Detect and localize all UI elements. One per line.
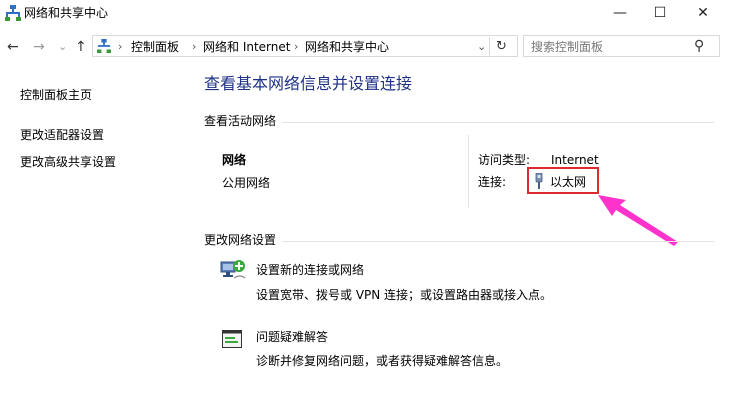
control-panel-icon xyxy=(97,39,111,53)
troubleshoot-link[interactable]: 问题疑难解答 xyxy=(256,329,328,345)
access-type-value: Internet xyxy=(551,153,599,167)
sidebar-item-advanced-sharing[interactable]: 更改高级共享设置 xyxy=(20,154,116,170)
up-button[interactable]: ↑ xyxy=(75,37,87,57)
recent-locations-button[interactable]: ⌄ xyxy=(58,37,67,57)
new-connection-icon xyxy=(220,260,246,279)
connection-label: 连接: xyxy=(478,175,507,189)
breadcrumb-control-panel[interactable]: 控制面板 xyxy=(131,39,179,55)
annotation-arrow-icon xyxy=(598,195,678,246)
search-input[interactable]: 搜索控制面板 xyxy=(531,39,603,55)
troubleshoot-description: 诊断并修复网络问题，或者获得疑难解答信息。 xyxy=(256,354,509,368)
back-button[interactable]: ← xyxy=(7,37,19,57)
breadcrumb-separator: › xyxy=(192,40,197,53)
refresh-button[interactable]: ↻ xyxy=(496,39,507,55)
section-title-active-networks: 查看活动网络 xyxy=(204,113,283,129)
troubleshoot-icon xyxy=(222,330,242,348)
address-divider xyxy=(489,37,490,55)
breadcrumb-network-sharing-center[interactable]: 网络和共享中心 xyxy=(305,39,389,55)
network-profile[interactable]: 公用网络 xyxy=(222,175,270,191)
window-title: 网络和共享中心 xyxy=(24,6,109,20)
search-icon[interactable]: ⚲ xyxy=(694,37,704,55)
maximize-button[interactable]: ☐ xyxy=(640,0,680,26)
network-center-icon xyxy=(5,5,21,21)
highlight-box xyxy=(527,167,599,194)
breadcrumb-network-internet[interactable]: 网络和 Internet xyxy=(203,39,290,55)
breadcrumb-separator: › xyxy=(294,40,299,53)
page-title: 查看基本网络信息并设置连接 xyxy=(204,74,413,93)
address-history-dropdown[interactable]: ⌄ xyxy=(477,39,486,55)
network-name: 网络 xyxy=(222,153,247,167)
access-type-label: 访问类型: xyxy=(478,153,531,167)
breadcrumb-separator: › xyxy=(118,40,123,53)
setup-new-connection-link[interactable]: 设置新的连接或网络 xyxy=(256,262,364,278)
sidebar-item-adapter-settings[interactable]: 更改适配器设置 xyxy=(20,127,104,143)
close-button[interactable]: ✕ xyxy=(683,0,723,26)
sidebar-item-control-panel-home[interactable]: 控制面板主页 xyxy=(20,87,92,103)
minimize-button[interactable]: — xyxy=(600,0,640,26)
network-divider xyxy=(468,135,469,208)
section-title-change-settings: 更改网络设置 xyxy=(204,232,283,248)
setup-new-connection-description: 设置宽带、拨号或 VPN 连接；或设置路由器或接入点。 xyxy=(256,288,553,302)
forward-button[interactable]: → xyxy=(33,37,45,57)
